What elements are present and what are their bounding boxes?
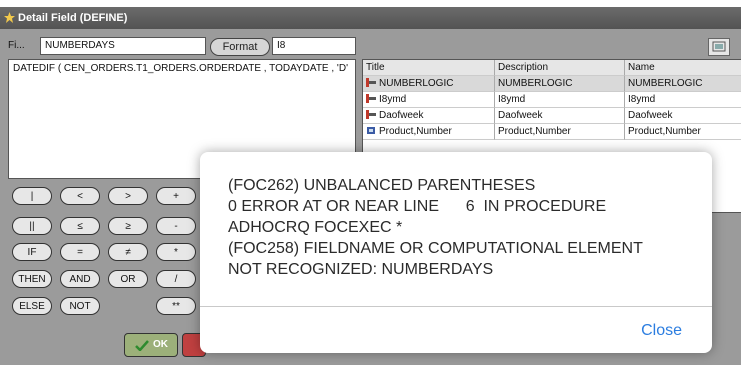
error-message: (FOC262) UNBALANCED PARENTHESES 0 ERROR …: [228, 175, 698, 280]
browse-button[interactable]: [708, 38, 730, 56]
dialog-divider: [200, 306, 712, 307]
app-logo-icon: [4, 12, 15, 23]
row-name[interactable]: Daofweek: [625, 108, 741, 124]
op-button-or[interactable]: |: [12, 187, 52, 205]
op-button-ne[interactable]: ≠: [108, 243, 148, 261]
op-button-and[interactable]: AND: [60, 270, 100, 288]
row-description[interactable]: Daofweek: [495, 108, 625, 124]
row-name[interactable]: I8ymd: [625, 92, 741, 108]
error-dialog: (FOC262) UNBALANCED PARENTHESES 0 ERROR …: [200, 152, 712, 353]
computed-field-icon: [366, 94, 376, 103]
error-line: 0 ERROR AT OR NEAR LINE 6 IN PROCEDURE: [228, 198, 607, 215]
op-button-if[interactable]: IF: [12, 243, 52, 261]
op-button-concat[interactable]: ||: [12, 217, 52, 235]
field-name-input[interactable]: NUMBERDAYS: [40, 37, 206, 55]
format-input[interactable]: I8: [272, 37, 356, 55]
table-row[interactable]: Product,Number: [363, 124, 495, 140]
ok-button[interactable]: OK: [124, 333, 178, 357]
op-button-or-word[interactable]: OR: [108, 270, 148, 288]
error-line: ADHOCRQ FOCEXEC *: [228, 219, 403, 236]
browse-icon: [712, 41, 726, 52]
op-button-gt[interactable]: >: [108, 187, 148, 205]
row-title: Daofweek: [379, 110, 424, 121]
table-row[interactable]: Daofweek: [363, 108, 495, 124]
op-button-power[interactable]: **: [156, 297, 196, 315]
dimension-field-icon: [367, 127, 375, 134]
row-name[interactable]: Product,Number: [625, 124, 741, 140]
field-name-label: Fi...: [8, 40, 25, 51]
header-description[interactable]: Description: [495, 60, 625, 76]
op-button-lt[interactable]: <: [60, 187, 100, 205]
computed-field-icon: [366, 110, 376, 119]
op-button-eq[interactable]: =: [60, 243, 100, 261]
error-line: (FOC258) FIELDNAME OR COMPUTATIONAL ELEM…: [228, 240, 643, 257]
row-description[interactable]: Product,Number: [495, 124, 625, 140]
op-button-ge[interactable]: ≥: [108, 217, 148, 235]
row-title: I8ymd: [379, 94, 407, 105]
table-row[interactable]: I8ymd: [363, 92, 495, 108]
error-line: (FOC262) UNBALANCED PARENTHESES: [228, 177, 536, 194]
op-button-plus[interactable]: +: [156, 187, 196, 205]
header-name[interactable]: Name: [625, 60, 741, 76]
table-row[interactable]: NUMBERLOGIC: [363, 76, 495, 92]
header-title[interactable]: Title: [363, 60, 495, 76]
close-button[interactable]: Close: [641, 322, 682, 340]
window-title-bar[interactable]: Detail Field (DEFINE): [0, 7, 741, 29]
op-button-minus[interactable]: -: [156, 217, 196, 235]
error-line: NOT RECOGNIZED: NUMBERDAYS: [228, 261, 494, 278]
row-title: Product,Number: [379, 126, 452, 137]
ok-label: OK: [153, 339, 168, 350]
window-title: Detail Field (DEFINE): [18, 12, 128, 24]
computed-field-icon: [366, 78, 376, 87]
row-description[interactable]: NUMBERLOGIC: [495, 76, 625, 92]
row-description[interactable]: I8ymd: [495, 92, 625, 108]
format-button[interactable]: Format: [210, 38, 270, 56]
op-button-divide[interactable]: /: [156, 270, 196, 288]
row-name[interactable]: NUMBERLOGIC: [625, 76, 741, 92]
op-button-not[interactable]: NOT: [60, 297, 100, 315]
op-button-multiply[interactable]: *: [156, 243, 196, 261]
row-title: NUMBERLOGIC: [379, 78, 454, 89]
op-button-then[interactable]: THEN: [12, 270, 52, 288]
checkmark-icon: [135, 340, 149, 351]
op-button-else[interactable]: ELSE: [12, 297, 52, 315]
op-button-le[interactable]: ≤: [60, 217, 100, 235]
